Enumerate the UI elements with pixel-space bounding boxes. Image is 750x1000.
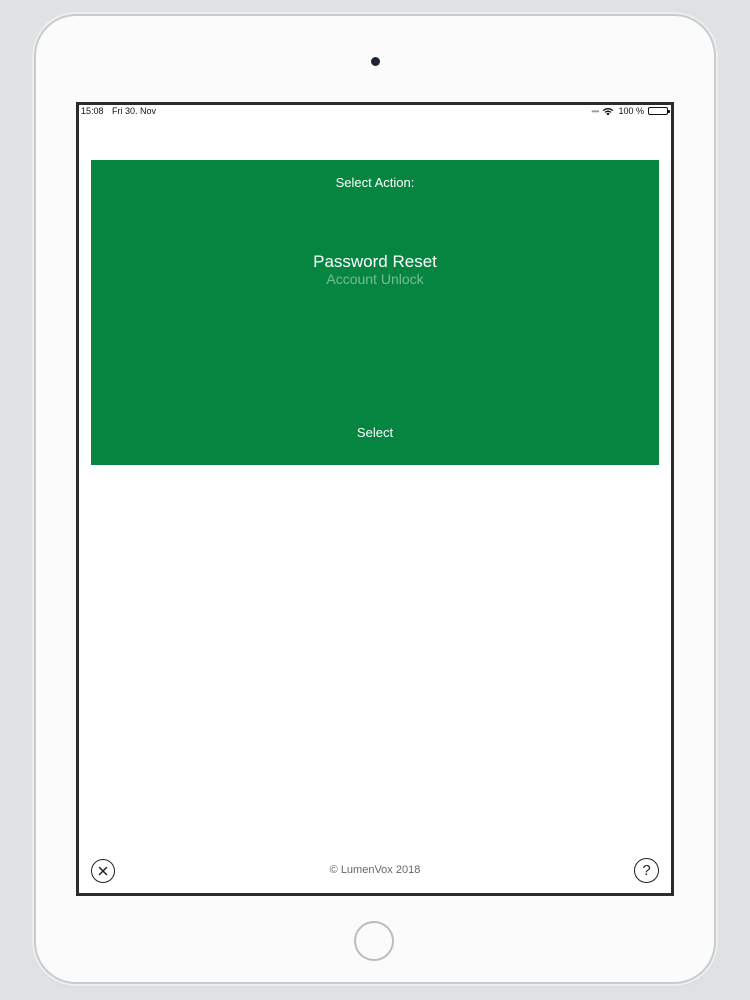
action-picker[interactable]: Password Reset Account Unlock	[91, 252, 659, 300]
wifi-icon	[602, 107, 614, 116]
action-panel: Select Action: Password Reset Account Un…	[91, 160, 659, 465]
status-date: Fri 30. Nov	[112, 106, 157, 116]
signal-icon: ••••	[591, 106, 599, 116]
camera-icon	[371, 57, 380, 66]
status-right: •••• 100 %	[591, 106, 670, 116]
panel-title: Select Action:	[335, 175, 415, 190]
select-button[interactable]: Select	[325, 422, 425, 444]
battery-percent: 100 %	[618, 106, 644, 116]
status-bar: 15:08 Fri 30. Nov •••• 100 %	[79, 105, 671, 119]
status-left: 15:08 Fri 30. Nov	[81, 106, 156, 116]
home-button[interactable]	[354, 921, 394, 961]
status-time: 15:08	[81, 106, 104, 116]
copyright-text: © LumenVox 2018	[329, 864, 421, 876]
battery-icon	[648, 107, 670, 115]
picker-option-selected[interactable]: Password Reset	[91, 252, 659, 271]
picker-option[interactable]: Account Unlock	[91, 272, 659, 286]
screen: 15:08 Fri 30. Nov •••• 100 % Select Acti…	[76, 102, 674, 896]
help-icon[interactable]: ?	[634, 858, 659, 883]
ipad-frame: 15:08 Fri 30. Nov •••• 100 % Select Acti…	[36, 16, 714, 982]
